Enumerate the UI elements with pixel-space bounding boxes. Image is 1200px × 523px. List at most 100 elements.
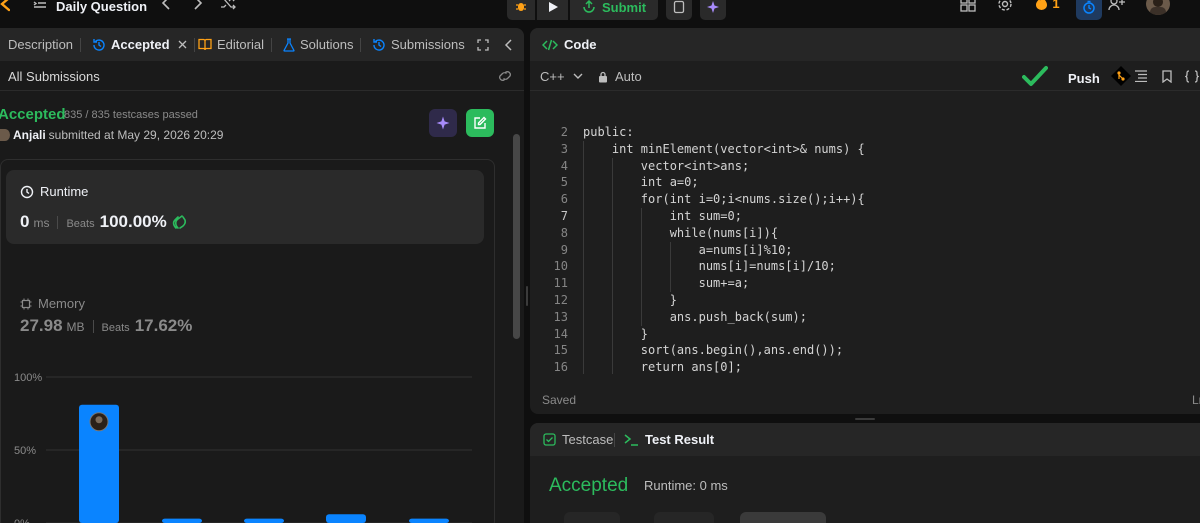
line-number: 6: [560, 192, 568, 207]
history-icon: [93, 38, 105, 51]
auto-mode-toggle[interactable]: Auto: [598, 69, 642, 84]
terminal-icon: [624, 434, 638, 446]
code-title: Code: [564, 37, 597, 52]
push-button[interactable]: Push: [1068, 66, 1132, 87]
y-tick-label: 100%: [14, 372, 42, 384]
notes-button[interactable]: [666, 0, 693, 20]
left-scrollbar[interactable]: [512, 96, 521, 523]
code-line[interactable]: 16 return ans[0];: [530, 359, 1200, 374]
collapse-panel-icon[interactable]: [502, 38, 514, 52]
code-line[interactable]: 7 int sum=0;: [530, 208, 1200, 225]
left-scrollbar-thumb[interactable]: [513, 134, 520, 339]
code-line[interactable]: 5 int a=0;: [530, 174, 1200, 192]
code-text: }: [583, 326, 649, 341]
runtime-unit: ms: [33, 216, 50, 230]
problem-list-icon[interactable]: [33, 0, 47, 10]
memory-stat[interactable]: Memory 27.98 MB Beats 17.62%: [20, 296, 192, 335]
case-tab[interactable]: [564, 512, 620, 523]
edit-code-button[interactable]: [466, 109, 494, 137]
debug-button[interactable]: [507, 0, 535, 20]
code-line[interactable]: 11 sum+=a;: [530, 275, 1200, 293]
ai-analyze-button[interactable]: [429, 109, 457, 137]
case-tab[interactable]: [654, 512, 714, 523]
code-line[interactable]: 3 int minElement(vector<int>& nums) {: [530, 140, 1200, 158]
code-header: Code: [530, 28, 1200, 61]
run-button[interactable]: [537, 0, 568, 20]
code-line[interactable]: 4 vector<int>ans;: [530, 157, 1200, 175]
maximize-icon[interactable]: [476, 38, 490, 52]
code-line[interactable]: 12 }: [530, 292, 1200, 309]
submitted-at-text: submitted at May 29, 2026 20:29: [48, 128, 224, 142]
code-line[interactable]: 9 a=nums[i]%10;: [530, 241, 1200, 259]
your-submission-avatar-face: [95, 416, 103, 424]
code-editor[interactable]: 2 public: 3 int minElement(vector<int>& nu…: [530, 91, 1200, 374]
tab-solutions-label: Solutions: [300, 37, 354, 52]
close-tab-icon[interactable]: [178, 40, 187, 49]
tab-accepted[interactable]: Accepted: [92, 28, 195, 61]
settings-gear-icon[interactable]: [997, 0, 1013, 12]
language-select[interactable]: C++: [540, 69, 583, 84]
chip-icon: [20, 298, 32, 309]
code-line[interactable]: 15 sort(ans.begin(),ans.end());: [530, 342, 1200, 360]
testcases-passed: 835 / 835 testcases passed: [64, 109, 198, 121]
horizontal-splitter[interactable]: [530, 414, 1200, 423]
layout-icon[interactable]: [960, 0, 976, 12]
prev-problem-icon[interactable]: [160, 0, 172, 10]
tab-test-result[interactable]: Test Result: [624, 432, 714, 447]
code-line[interactable]: 6 for(int i=0;i<nums.size();i++){: [530, 191, 1200, 209]
line-number: 16: [553, 360, 568, 374]
chevron-down-icon: [573, 73, 583, 79]
code-line[interactable]: 13 ans.push_back(sum);: [530, 308, 1200, 326]
submitter-name[interactable]: Anjali: [13, 128, 46, 142]
code-line[interactable]: 2 public:: [530, 124, 1200, 141]
shuffle-icon[interactable]: [220, 0, 236, 10]
format-icon[interactable]: [1134, 69, 1148, 83]
language-value: C++: [540, 69, 565, 84]
code-line[interactable]: 14 }: [530, 325, 1200, 343]
history-icon: [373, 38, 385, 51]
runtime-distribution-chart: 100%50%0%1ms2ms3ms4ms: [14, 372, 472, 523]
code-text: while(nums[i]){: [583, 225, 779, 240]
tab-description[interactable]: Description: [8, 28, 82, 61]
link-icon[interactable]: [497, 69, 513, 83]
code-line[interactable]: 10 nums[i]=nums[i]/10;: [530, 258, 1200, 276]
case-tab-active[interactable]: [740, 512, 826, 523]
next-problem-icon[interactable]: [192, 0, 204, 10]
test-result-runtime: Runtime: 0 ms: [644, 478, 728, 493]
line-number: 3: [560, 141, 568, 156]
code-line[interactable]: 8 while(nums[i]){: [530, 224, 1200, 242]
run-submit-group: Submit: [507, 0, 727, 20]
all-submissions-link[interactable]: All Submissions: [8, 69, 100, 84]
code-toolbar: C++ Auto Push: [530, 61, 1200, 91]
user-avatar-small: [0, 129, 10, 141]
streak-counter[interactable]: 1: [1033, 0, 1063, 11]
chart-bar: [326, 514, 366, 523]
tab-solutions[interactable]: Solutions: [283, 28, 362, 61]
daily-question-label[interactable]: Daily Question: [56, 0, 147, 13]
ai-assistant-button[interactable]: [700, 0, 727, 20]
runtime-stat[interactable]: Runtime 0 ms Beats 100.00%: [6, 170, 484, 244]
tab-submissions[interactable]: Submissions: [372, 28, 465, 61]
tab-test-result-label: Test Result: [645, 432, 715, 447]
add-friend-icon[interactable]: [1108, 0, 1126, 12]
line-number: 9: [560, 242, 568, 257]
tab-testcase-label: Testcase: [562, 432, 614, 447]
code-text: vector<int>ans;: [583, 158, 750, 173]
tab-testcase[interactable]: Testcase: [543, 432, 613, 447]
code-text: int sum=0;: [583, 209, 742, 223]
submit-button[interactable]: Submit: [570, 0, 659, 20]
user-avatar[interactable]: [1146, 0, 1170, 15]
timer-button[interactable]: [1076, 0, 1102, 20]
line-number: 7: [560, 209, 568, 223]
bookmark-icon[interactable]: [1161, 69, 1173, 83]
braces-icon[interactable]: [1185, 69, 1199, 83]
tab-editorial[interactable]: Editorial: [198, 28, 272, 61]
saved-check-icon: [1022, 64, 1048, 88]
code-line-clipped: [530, 107, 1200, 124]
logo-icon[interactable]: [0, 0, 10, 12]
code-brackets-icon: [542, 39, 558, 50]
code-text: ans.push_back(sum);: [583, 309, 807, 324]
runtime-beats-value: 100.00%: [99, 212, 167, 231]
line-number: 4: [560, 158, 568, 173]
github-icon: [1110, 66, 1131, 86]
